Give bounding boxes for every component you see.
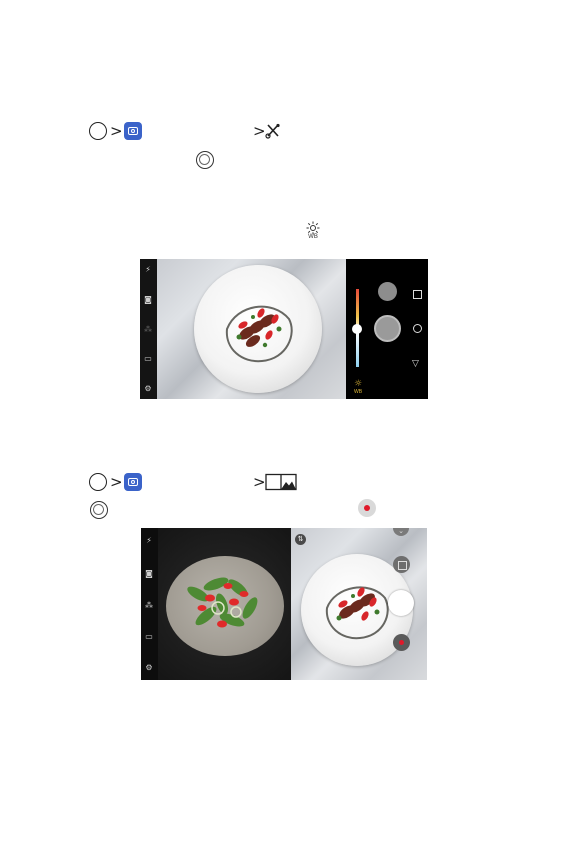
match-shot-icon: [265, 473, 297, 491]
right-viewfinder-photo: ⇅ ⌄: [291, 528, 427, 680]
back-nav-icon[interactable]: ▽: [412, 360, 419, 369]
settings-icon[interactable]: ⚙: [142, 384, 154, 393]
switch-camera-icon[interactable]: ◙: [143, 569, 155, 578]
shutter-button[interactable]: [374, 315, 401, 342]
manual-mode-screenshot: ⚡ ◙ ⁂ ▭ ⚙ ☼ WB ▽: [140, 259, 428, 399]
shutter-button-icon: [196, 151, 214, 169]
salad-image: [187, 577, 258, 628]
expand-arrow-icon[interactable]: ⌄: [393, 528, 409, 536]
camera-app-icon: [124, 473, 142, 491]
camera-app-icon: [124, 122, 142, 140]
left-viewfinder-photo: [158, 528, 291, 680]
food-image: [325, 586, 389, 640]
wb-slider-handle[interactable]: [352, 324, 362, 334]
match-shot-screenshot: ⚡ ◙ ⁂ ▭ ⚙ ⇅ ⌄: [141, 528, 427, 680]
mode-icon[interactable]: ▭: [143, 632, 155, 641]
separator-chevron: >: [253, 473, 266, 491]
filter-icon[interactable]: ⁂: [143, 601, 155, 610]
settings-icon[interactable]: ⚙: [143, 663, 155, 672]
record-dot-icon: [399, 640, 404, 645]
square-nav-icon[interactable]: [413, 290, 422, 299]
separator-chevron: >: [110, 473, 123, 491]
record-dot-icon: [364, 505, 370, 511]
flash-off-icon[interactable]: ⚡: [142, 265, 154, 274]
circle-nav-icon[interactable]: [413, 324, 422, 333]
gallery-icon-frame: [398, 561, 407, 570]
manual-controls-panel: ☼ WB ▽: [346, 259, 428, 399]
manual-mode-icon: [265, 123, 280, 139]
flash-off-icon[interactable]: ⚡: [143, 536, 155, 545]
wb-setting-icon[interactable]: ☼: [351, 379, 365, 389]
swap-photo-icon[interactable]: ⇅: [295, 534, 306, 545]
mode-icon[interactable]: ▭: [142, 354, 154, 363]
wb-setting-label: WB: [353, 389, 363, 395]
home-button-icon: [89, 122, 107, 140]
shutter-button[interactable]: [388, 590, 414, 616]
wb-label: WB: [308, 234, 318, 240]
camera-left-toolbar: ⚡ ◙ ⁂ ▭ ⚙: [141, 528, 158, 680]
camera-left-toolbar: ⚡ ◙ ⁂ ▭ ⚙: [140, 259, 157, 399]
filter-icon[interactable]: ⁂: [142, 325, 154, 334]
viewfinder-photo: [157, 259, 346, 399]
home-button-icon: [89, 473, 107, 491]
shutter-button-icon: [90, 501, 108, 519]
separator-chevron: >: [110, 122, 123, 140]
food-image: [225, 305, 293, 363]
switch-camera-icon[interactable]: ◙: [142, 295, 154, 304]
gallery-thumbnail[interactable]: [378, 282, 397, 301]
